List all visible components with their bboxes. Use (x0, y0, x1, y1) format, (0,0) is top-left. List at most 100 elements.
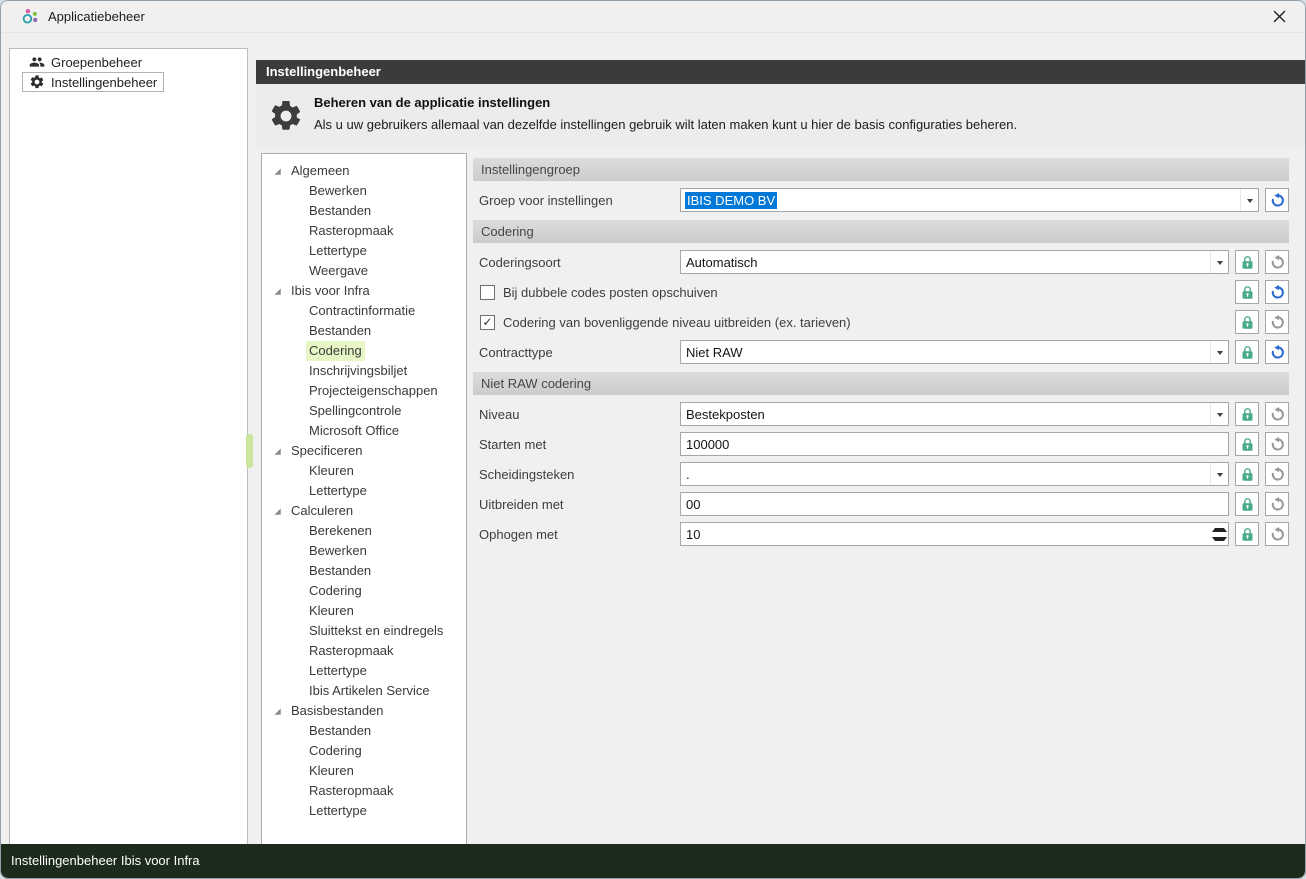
undo-button[interactable] (1265, 188, 1289, 212)
expander-icon (273, 287, 282, 296)
close-button[interactable] (1261, 2, 1297, 31)
combobox-groep-voor-instellingen[interactable]: IBIS DEMO BV (680, 188, 1259, 212)
tree-item-kleuren[interactable]: Kleuren (262, 461, 466, 481)
checkbox-codering-van-bovenliggende-niveau-uitbreiden-ex-tarieven[interactable]: ✓ (480, 315, 495, 330)
lock-icon (1240, 285, 1255, 300)
tree-item-rasteropmaak[interactable]: Rasteropmaak (262, 641, 466, 661)
field-label: Uitbreiden met (473, 497, 680, 512)
undo-button[interactable] (1265, 492, 1289, 516)
undo-button[interactable] (1265, 280, 1289, 304)
tree-group-basisbestanden[interactable]: Basisbestanden (262, 701, 466, 721)
form-row: Groep voor instellingenIBIS DEMO BV (473, 188, 1289, 212)
undo-button[interactable] (1265, 250, 1289, 274)
tree-item-rasteropmaak[interactable]: Rasteropmaak (262, 781, 466, 801)
tree-group-ibis-voor-infra[interactable]: Ibis voor Infra (262, 281, 466, 301)
tree-item-microsoft-office[interactable]: Microsoft Office (262, 421, 466, 441)
combobox-value: Niet RAW (681, 345, 743, 360)
textbox-starten-met[interactable]: 100000 (680, 432, 1229, 456)
tree-item-lettertype[interactable]: Lettertype (262, 481, 466, 501)
lock-button[interactable] (1235, 280, 1259, 304)
window-title: Applicatiebeheer (48, 9, 145, 24)
section-header-niet-raw-codering: Niet RAW codering (473, 372, 1289, 395)
tree-item-bestanden[interactable]: Bestanden (262, 561, 466, 581)
sidebar-item-groepenbeheer[interactable]: Groepenbeheer (22, 52, 149, 72)
tree-item-inschrijvingsbiljet[interactable]: Inschrijvingsbiljet (262, 361, 466, 381)
tree-item-ibis-artikelen-service[interactable]: Ibis Artikelen Service (262, 681, 466, 701)
lock-button[interactable] (1235, 402, 1259, 426)
tree-item-codering[interactable]: Codering (262, 581, 466, 601)
expander-icon (273, 707, 282, 716)
tree-item-projecteigenschappen[interactable]: Projecteigenschappen (262, 381, 466, 401)
tree-item-bestanden[interactable]: Bestanden (262, 321, 466, 341)
expander-icon (273, 167, 282, 176)
tree-item-label: Microsoft Office (306, 421, 402, 441)
tree-item-berekenen[interactable]: Berekenen (262, 521, 466, 541)
arrow-up-icon (1212, 525, 1227, 532)
tree-item-lettertype[interactable]: Lettertype (262, 801, 466, 821)
undo-button[interactable] (1265, 462, 1289, 486)
tree-group-algemeen[interactable]: Algemeen (262, 161, 466, 181)
tree-item-lettertype[interactable]: Lettertype (262, 241, 466, 261)
lock-button[interactable] (1235, 492, 1259, 516)
form-row: Scheidingsteken. (473, 462, 1289, 486)
dropdown-button[interactable] (1210, 463, 1228, 485)
tree-item-kleuren[interactable]: Kleuren (262, 761, 466, 781)
combobox-scheidingsteken[interactable]: . (680, 462, 1229, 486)
lock-button[interactable] (1235, 432, 1259, 456)
lock-button[interactable] (1235, 462, 1259, 486)
tree-item-codering[interactable]: Codering (262, 741, 466, 761)
dropdown-button[interactable] (1210, 341, 1228, 363)
lock-button[interactable] (1235, 250, 1259, 274)
tree-item-codering[interactable]: Codering (262, 341, 466, 361)
dropdown-button[interactable] (1210, 251, 1228, 273)
lock-button[interactable] (1235, 522, 1259, 546)
spinner-buttons[interactable] (1212, 524, 1227, 544)
lock-button[interactable] (1235, 340, 1259, 364)
tree-item-contractinformatie[interactable]: Contractinformatie (262, 301, 466, 321)
tree-item-lettertype[interactable]: Lettertype (262, 661, 466, 681)
spin-up-button[interactable] (1212, 524, 1227, 534)
dropdown-button[interactable] (1210, 403, 1228, 425)
undo-button[interactable] (1265, 402, 1289, 426)
undo-button[interactable] (1265, 310, 1289, 334)
tree-item-weergave[interactable]: Weergave (262, 261, 466, 281)
module-sidebar: GroepenbeheerInstellingenbeheer (9, 48, 248, 846)
tree-item-spellingcontrole[interactable]: Spellingcontrole (262, 401, 466, 421)
lock-button[interactable] (1235, 310, 1259, 334)
undo-icon (1270, 497, 1285, 512)
section-header-instellingengroep: Instellingengroep (473, 158, 1289, 181)
combobox-contracttype[interactable]: Niet RAW (680, 340, 1229, 364)
checkbox-bij-dubbele-codes-posten-opschuiven[interactable] (480, 285, 495, 300)
combobox-value: Automatisch (681, 255, 758, 270)
tree-item-bewerken[interactable]: Bewerken (262, 541, 466, 561)
dropdown-button[interactable] (1240, 189, 1258, 211)
combobox-niveau[interactable]: Bestekposten (680, 402, 1229, 426)
spinner-ophogen-met[interactable]: 10 (680, 522, 1229, 546)
tree-item-sluittekst-en-eindregels[interactable]: Sluittekst en eindregels (262, 621, 466, 641)
tree-group-specificeren[interactable]: Specificeren (262, 441, 466, 461)
spin-down-button[interactable] (1212, 534, 1227, 544)
undo-button[interactable] (1265, 432, 1289, 456)
tree-item-bestanden[interactable]: Bestanden (262, 721, 466, 741)
tree-item-label: Kleuren (306, 761, 357, 781)
undo-button[interactable] (1265, 522, 1289, 546)
chevron-down-icon (1217, 351, 1223, 358)
close-icon (1273, 10, 1286, 23)
combobox-value: Bestekposten (681, 407, 765, 422)
tree-item-bewerken[interactable]: Bewerken (262, 181, 466, 201)
scroll-indicator[interactable] (246, 434, 253, 468)
field-label: Niveau (473, 407, 680, 422)
tree-item-label: Lettertype (306, 661, 370, 681)
tree-group-calculeren[interactable]: Calculeren (262, 501, 466, 521)
undo-icon (1270, 407, 1285, 422)
tree-item-label: Lettertype (306, 481, 370, 501)
description-text: Als u uw gebruikers allemaal van dezelfd… (314, 117, 1017, 132)
tree-group-label: Ibis voor Infra (288, 281, 373, 301)
undo-button[interactable] (1265, 340, 1289, 364)
tree-item-kleuren[interactable]: Kleuren (262, 601, 466, 621)
sidebar-item-instellingenbeheer[interactable]: Instellingenbeheer (22, 72, 164, 92)
tree-item-bestanden[interactable]: Bestanden (262, 201, 466, 221)
textbox-uitbreiden-met[interactable]: 00 (680, 492, 1229, 516)
combobox-coderingsoort[interactable]: Automatisch (680, 250, 1229, 274)
tree-item-rasteropmaak[interactable]: Rasteropmaak (262, 221, 466, 241)
